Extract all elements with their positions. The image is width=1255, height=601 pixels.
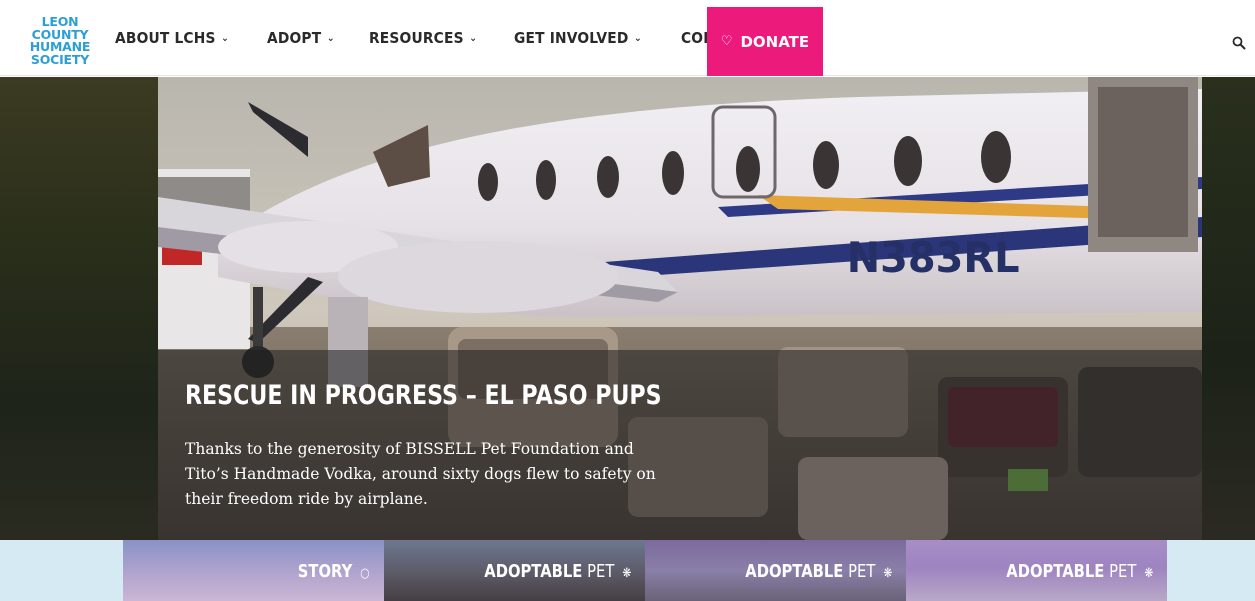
tile-label: ADOPTABLE PET ❋ — [1006, 561, 1153, 582]
chevron-down-icon: ⌄ — [634, 32, 643, 44]
tile-adoptable-pet-1[interactable]: ADOPTABLE PET ❋ — [384, 540, 645, 601]
chevron-down-icon: ⌄ — [468, 32, 477, 44]
site-logo[interactable]: LEON COUNTY HUMANE SOCIETY — [28, 15, 92, 70]
tile-label-bold: ADOPTABLE — [483, 561, 583, 582]
nav-item-label: ADOPT — [266, 29, 322, 47]
hero-slider: N383RL RESCUE IN PROGRESS – EL PASO PUPS… — [0, 77, 1255, 540]
tile-label: STORY ○ — [298, 561, 370, 582]
chevron-down-icon: ⌄ — [221, 32, 230, 44]
nav-item-resources[interactable]: RESOURCES ⌄ — [369, 29, 477, 47]
tile-label-thin: PET — [586, 561, 615, 582]
nav-item-get-involved[interactable]: GET INVOLVED ⌄ — [514, 29, 642, 47]
tile-adoptable-pet-2[interactable]: ADOPTABLE PET ❋ — [645, 540, 906, 601]
donate-button[interactable]: ♡ DONATE — [707, 7, 823, 76]
hero-description: Thanks to the generosity of BISSELL Pet … — [185, 440, 656, 508]
logo-line-4: SOCIETY — [30, 51, 90, 67]
feature-tiles: STORY ○ ADOPTABLE PET ❋ ADOPTABLE PET ❋ … — [0, 540, 1255, 601]
paw-icon: ❋ — [622, 566, 631, 581]
nav-item-about[interactable]: ABOUT LCHS ⌄ — [115, 29, 229, 47]
tile-label-bold: ADOPTABLE — [744, 561, 844, 582]
site-header: LEON COUNTY HUMANE SOCIETY ABOUT LCHS ⌄ … — [0, 0, 1255, 76]
tile-label: ADOPTABLE PET ❋ — [745, 561, 892, 582]
tile-label: ADOPTABLE PET ❋ — [484, 561, 631, 582]
heart-icon: ♡ — [720, 34, 733, 49]
paw-icon: ❋ — [1144, 566, 1153, 581]
nav-item-label: RESOURCES — [368, 29, 464, 47]
speech-bubble-icon: ○ — [360, 566, 370, 581]
hero-caption: RESCUE IN PROGRESS – EL PASO PUPS Thanks… — [158, 350, 1202, 540]
svg-text:N383RL: N383RL — [847, 233, 1020, 282]
tile-label-bold: ADOPTABLE — [1005, 561, 1105, 582]
nav-item-label: ABOUT LCHS — [115, 29, 216, 47]
chevron-down-icon: ⌄ — [326, 32, 335, 44]
main-nav: ABOUT LCHS ⌄ ADOPT ⌄ RESOURCES ⌄ GET INV… — [115, 0, 789, 76]
tile-label-thin: PET — [847, 561, 876, 582]
hero-title[interactable]: RESCUE IN PROGRESS – EL PASO PUPS — [185, 380, 662, 411]
hero-side-blur-left — [0, 77, 160, 540]
tile-story[interactable]: STORY ○ — [123, 540, 384, 601]
tile-label-bold: STORY — [298, 561, 353, 582]
hero-side-blur-right — [1200, 77, 1255, 540]
tile-label-thin: PET — [1108, 561, 1137, 582]
search-icon[interactable] — [1232, 36, 1246, 50]
nav-item-adopt[interactable]: ADOPT ⌄ — [267, 29, 335, 47]
donate-label: DONATE — [740, 32, 810, 51]
paw-icon: ❋ — [883, 566, 892, 581]
tile-adoptable-pet-3[interactable]: ADOPTABLE PET ❋ — [906, 540, 1167, 601]
nav-item-label: GET INVOLVED — [514, 29, 629, 47]
